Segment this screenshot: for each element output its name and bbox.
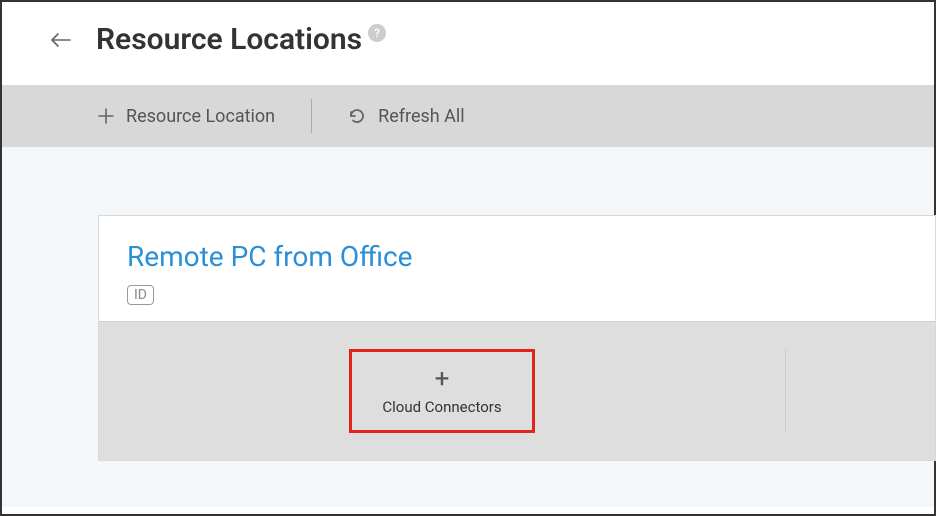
card-body: + Cloud Connectors xyxy=(99,321,935,460)
page-header: Resource Locations ? xyxy=(2,2,934,85)
refresh-all-button[interactable]: Refresh All xyxy=(340,106,473,127)
toolbar: Resource Location Refresh All xyxy=(2,85,934,147)
card-body-main: + Cloud Connectors xyxy=(99,349,785,433)
card-body-side-panel xyxy=(785,349,935,433)
plus-icon: + xyxy=(435,366,450,392)
resource-location-card: Remote PC from Office ID + Cloud Connect… xyxy=(98,215,936,461)
refresh-all-label: Refresh All xyxy=(378,106,465,127)
add-cloud-connectors-label: Cloud Connectors xyxy=(382,398,501,416)
plus-icon xyxy=(98,108,114,124)
page-title-text: Resource Locations xyxy=(96,22,362,57)
resource-location-title[interactable]: Remote PC from Office xyxy=(127,240,907,273)
help-icon[interactable]: ? xyxy=(368,24,386,42)
card-header: Remote PC from Office ID xyxy=(99,216,935,321)
content-area: Remote PC from Office ID + Cloud Connect… xyxy=(2,147,934,507)
toolbar-divider xyxy=(311,99,312,133)
id-badge[interactable]: ID xyxy=(127,285,154,305)
card-body-inner: + Cloud Connectors xyxy=(99,349,935,433)
refresh-icon xyxy=(348,107,366,125)
add-cloud-connectors-button[interactable]: + Cloud Connectors xyxy=(349,349,534,433)
add-resource-location-button[interactable]: Resource Location xyxy=(90,106,283,127)
page-title: Resource Locations ? xyxy=(96,22,386,57)
back-arrow-icon[interactable] xyxy=(50,32,72,48)
add-resource-location-label: Resource Location xyxy=(126,106,275,127)
